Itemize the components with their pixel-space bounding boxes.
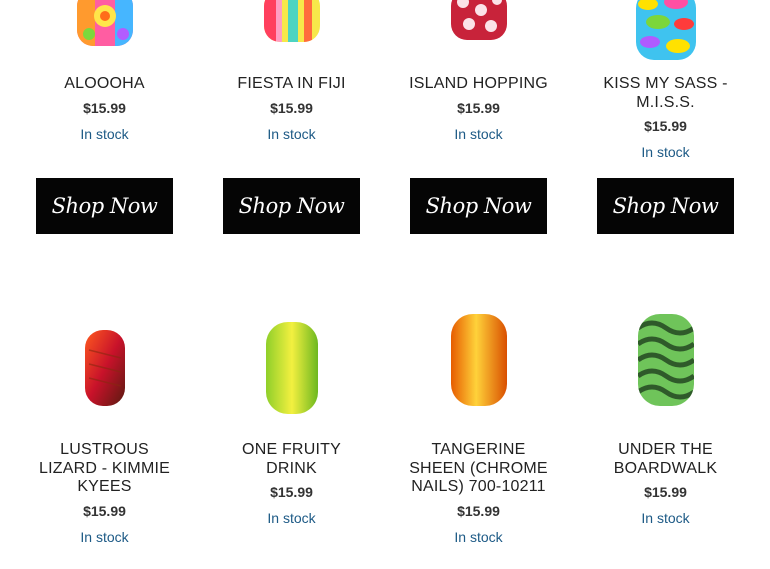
product-price: $15.99 [644, 118, 687, 134]
stock-status: In stock [267, 125, 316, 142]
product-image-one-fruity-drink[interactable] [265, 322, 318, 414]
product-price: $15.99 [270, 99, 313, 116]
stock-status: In stock [80, 125, 129, 142]
product-image-aloooha[interactable] [76, 0, 133, 46]
shop-now-button[interactable]: Shop Now [597, 178, 734, 234]
product-title[interactable]: ISLAND HOPPING [385, 75, 572, 94]
stock-status: In stock [641, 144, 690, 160]
product-image-island-hopping[interactable] [450, 0, 507, 40]
product-price: $15.99 [457, 502, 500, 519]
product-price: $15.99 [644, 484, 687, 500]
product-price: $15.99 [457, 99, 500, 116]
stock-status: In stock [641, 510, 690, 526]
stock-status: In stock [454, 125, 503, 142]
product-title[interactable]: LUSTROUS LIZARD - KIMMIE KYEES [11, 441, 198, 497]
product-image-under-the-boardwalk[interactable] [637, 314, 694, 406]
shop-now-button[interactable]: Shop Now [410, 178, 547, 234]
product-title[interactable]: ALOOOHA [11, 75, 198, 94]
product-image-lustrous-lizard[interactable] [84, 330, 125, 406]
stock-status: In stock [80, 528, 129, 545]
stock-status: In stock [454, 528, 503, 545]
product-title[interactable]: ONE FRUITY DRINK [198, 441, 385, 478]
product-image-kiss-my-sass[interactable] [635, 0, 696, 60]
product-price: $15.99 [83, 99, 126, 116]
product-title[interactable]: UNDER THE BOARDWALK [572, 441, 759, 478]
shop-now-button[interactable]: Shop Now [36, 178, 173, 234]
product-title[interactable]: TANGERINE SHEEN (CHROME NAILS) 700-10211 [385, 441, 572, 497]
product-price: $15.99 [270, 484, 313, 500]
product-title[interactable]: FIESTA IN FIJI [198, 75, 385, 94]
stock-status: In stock [267, 510, 316, 526]
product-image-tangerine-sheen[interactable] [450, 314, 507, 406]
shop-now-button[interactable]: Shop Now [223, 178, 360, 234]
product-price: $15.99 [83, 502, 126, 519]
product-image-fiesta-in-fiji[interactable] [263, 0, 320, 42]
product-title[interactable]: KISS MY SASS - M.I.S.S. [572, 75, 759, 112]
